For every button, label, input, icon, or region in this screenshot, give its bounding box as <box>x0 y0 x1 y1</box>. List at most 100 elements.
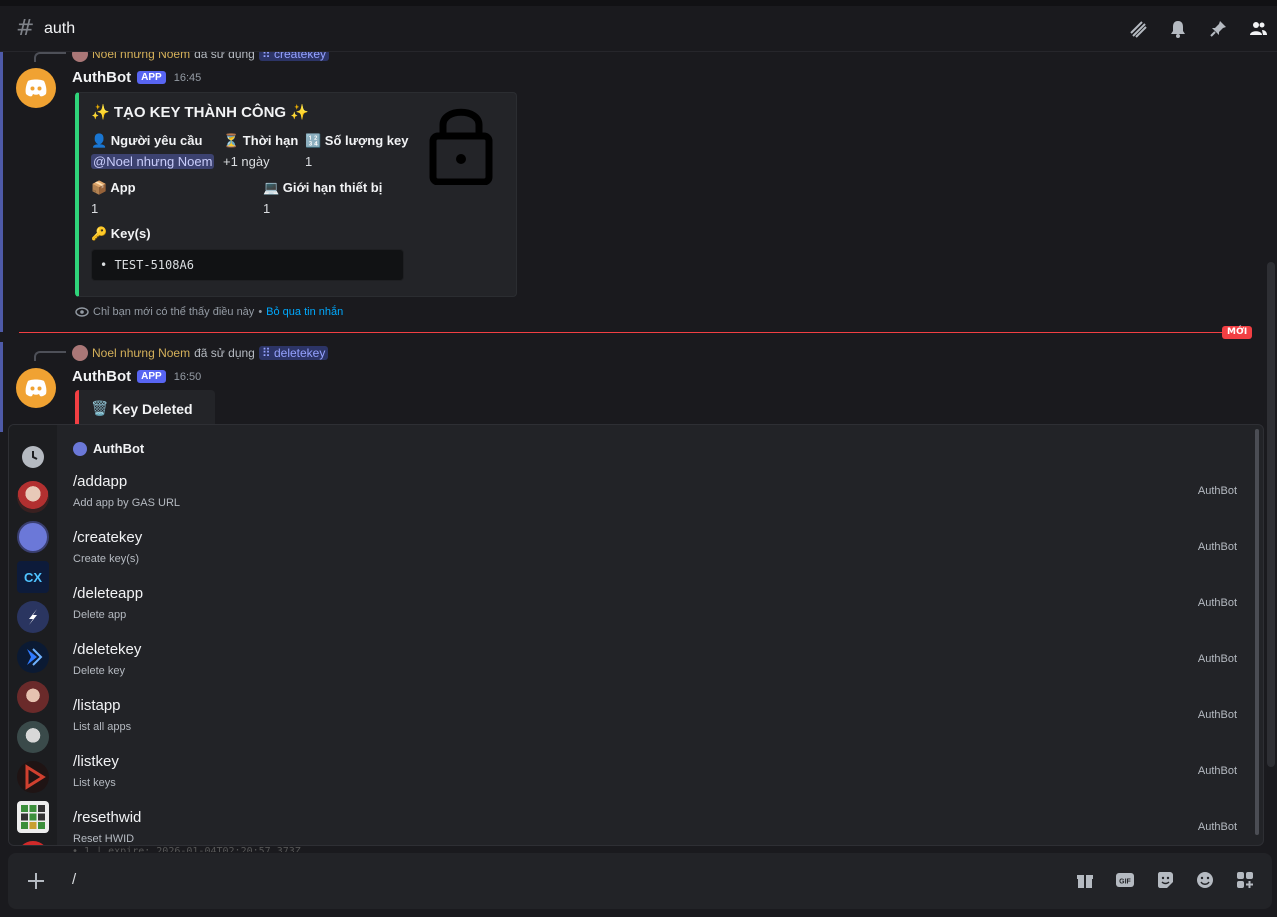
author-name[interactable]: AuthBot <box>72 368 131 385</box>
embed-title: 🗑️ Key Deleted <box>91 400 193 417</box>
app-avatar-6[interactable] <box>17 681 49 713</box>
pin-icon[interactable] <box>1207 18 1229 40</box>
command-name: /createkey <box>73 529 143 546</box>
message-header: AuthBot APP 16:45 <box>72 69 201 86</box>
reply-username[interactable]: Noel nhưng Noem <box>92 52 190 61</box>
app-rail: CX <box>9 425 57 845</box>
app-badge: APP <box>137 370 166 383</box>
ephemeral-notice: Chỉ bạn mới có thể thấy điều này • Bỏ qu… <box>75 306 343 318</box>
command-app: AuthBot <box>1197 541 1237 553</box>
field-requester-label: 👤 Người yêu cầu <box>91 133 203 148</box>
sticker-icon[interactable] <box>1154 869 1176 891</box>
command-app: AuthBot <box>1197 485 1237 497</box>
command-app: AuthBot <box>1197 821 1237 833</box>
new-badge: MỚI <box>1222 326 1253 339</box>
embed-title: ✨ TẠO KEY THÀNH CÔNG ✨ <box>91 104 309 121</box>
reply-action: đã sử dụng <box>194 52 255 61</box>
command-option[interactable]: /deleteapp Delete app AuthBot <box>57 579 1247 635</box>
command-app: AuthBot <box>1197 765 1237 777</box>
recent-clock-icon[interactable] <box>17 441 49 473</box>
message-input[interactable]: / <box>72 871 76 888</box>
hidden-embed-line: • 1 | expire: 2026-01-04T02:20:57.373Z <box>72 846 301 852</box>
command-option[interactable]: /listapp List all apps AuthBot <box>57 691 1247 747</box>
section-header: AuthBot <box>73 441 144 456</box>
bell-icon[interactable] <box>1167 18 1189 40</box>
command-description: List keys <box>73 777 116 789</box>
command-name: /deleteapp <box>73 585 144 602</box>
command-app: AuthBot <box>1197 597 1237 609</box>
app-icon-4[interactable] <box>17 601 49 633</box>
app-avatar-1[interactable] <box>17 481 49 513</box>
authbot-section-icon <box>73 441 87 456</box>
reply-username[interactable]: Noel nhưng Noem <box>92 346 190 360</box>
bot-avatar[interactable] <box>16 368 56 408</box>
command-name: /deletekey <box>73 641 142 658</box>
svg-text:GIF: GIF <box>1119 879 1131 886</box>
autocomplete-scrollbar[interactable] <box>1255 429 1259 835</box>
reply-avatar <box>72 52 88 62</box>
command-app: AuthBot <box>1197 709 1237 721</box>
gift-icon[interactable] <box>1074 869 1096 891</box>
reply-context[interactable]: Noel nhưng Noem đã sử dụng ⠿ createkey <box>34 52 329 62</box>
threads-icon[interactable] <box>1127 18 1149 40</box>
ephemeral-separator: • <box>258 306 263 318</box>
app-icon-cx[interactable]: CX <box>17 561 49 593</box>
message-header: AuthBot APP 16:50 <box>72 368 201 385</box>
command-description: Reset HWID <box>73 833 135 845</box>
field-duration-label: ⏳ Thời hạn <box>223 133 299 148</box>
field-key-count-value: 1 <box>305 154 313 169</box>
author-name[interactable]: AuthBot <box>72 69 131 86</box>
app-icon-8[interactable] <box>17 761 49 793</box>
reply-command[interactable]: ⠿ deletekey <box>258 346 329 360</box>
message-scrollbar[interactable] <box>1267 262 1275 767</box>
command-option[interactable]: /addapp Add app by GAS URL AuthBot <box>57 467 1247 523</box>
reply-command[interactable]: ⠿ createkey <box>258 52 329 61</box>
dismiss-message-link[interactable]: Bỏ qua tin nhắn <box>266 306 343 318</box>
app-icon-9[interactable] <box>17 801 49 833</box>
member-list-icon[interactable] <box>1247 18 1269 40</box>
emoji-icon[interactable] <box>1194 869 1216 891</box>
message-list: Noel nhưng Noem đã sử dụng ⠿ createkey A… <box>3 52 1265 424</box>
field-app-value: 1 <box>91 201 99 216</box>
reply-avatar <box>72 345 88 361</box>
timestamp[interactable]: 16:45 <box>174 72 202 84</box>
gif-icon[interactable]: GIF <box>1114 869 1136 891</box>
timestamp[interactable]: 16:50 <box>174 371 202 383</box>
apps-icon[interactable] <box>1234 869 1256 891</box>
eye-icon <box>75 307 89 317</box>
keys-codeblock[interactable]: • TEST-5108A6 <box>91 249 404 281</box>
field-duration-value: +1 ngày <box>223 154 270 169</box>
field-key-count-label: 🔢 Số lượng key <box>305 133 409 148</box>
field-keys-label: 🔑 Key(s) <box>91 226 151 241</box>
reply-context[interactable]: Noel nhưng Noem đã sử dụng ⠿ deletekey <box>34 345 329 361</box>
field-device-limit-value: 1 <box>263 201 271 216</box>
authbot-app-icon[interactable] <box>17 521 49 553</box>
command-option[interactable]: /resethwid Reset HWID AuthBot <box>57 803 1247 845</box>
command-name: /listapp <box>73 697 121 714</box>
field-device-limit-label: 💻 Giới hạn thiết bị <box>263 180 383 195</box>
command-option[interactable]: /deletekey Delete key AuthBot <box>57 635 1247 691</box>
command-option[interactable]: /createkey Create key(s) AuthBot <box>57 523 1247 579</box>
lock-icon <box>429 108 493 185</box>
command-name: /addapp <box>73 473 128 490</box>
new-messages-divider <box>19 332 1235 333</box>
app-icon-5[interactable] <box>17 641 49 673</box>
command-description: Add app by GAS URL <box>73 497 181 509</box>
command-description: Delete key <box>73 665 125 677</box>
upload-plus-icon[interactable] <box>24 869 48 893</box>
message-composer: / GIF <box>8 853 1272 909</box>
key-created-embed: ✨ TẠO KEY THÀNH CÔNG ✨ 👤 Người yêu cầu @… <box>75 92 517 297</box>
command-description: List all apps <box>73 721 132 733</box>
channel-header: # auth <box>0 6 1277 52</box>
command-autocomplete: CX AuthBot /addapp Add app by GAS URL Au… <box>8 424 1264 846</box>
ephemeral-text: Chỉ bạn mới có thể thấy điều này <box>93 306 255 318</box>
field-app-label: 📦 App <box>91 180 136 195</box>
field-requester-value[interactable]: @Noel nhưng Noem <box>91 154 215 169</box>
bot-avatar[interactable] <box>16 68 56 108</box>
app-avatar-7[interactable] <box>17 721 49 753</box>
wastebasket-icon: 🗑️ <box>91 400 109 416</box>
channel-hash-icon: # <box>16 16 35 41</box>
app-badge: APP <box>137 71 166 84</box>
command-option[interactable]: /listkey List keys AuthBot <box>57 747 1247 803</box>
app-icon-10[interactable] <box>17 841 49 845</box>
